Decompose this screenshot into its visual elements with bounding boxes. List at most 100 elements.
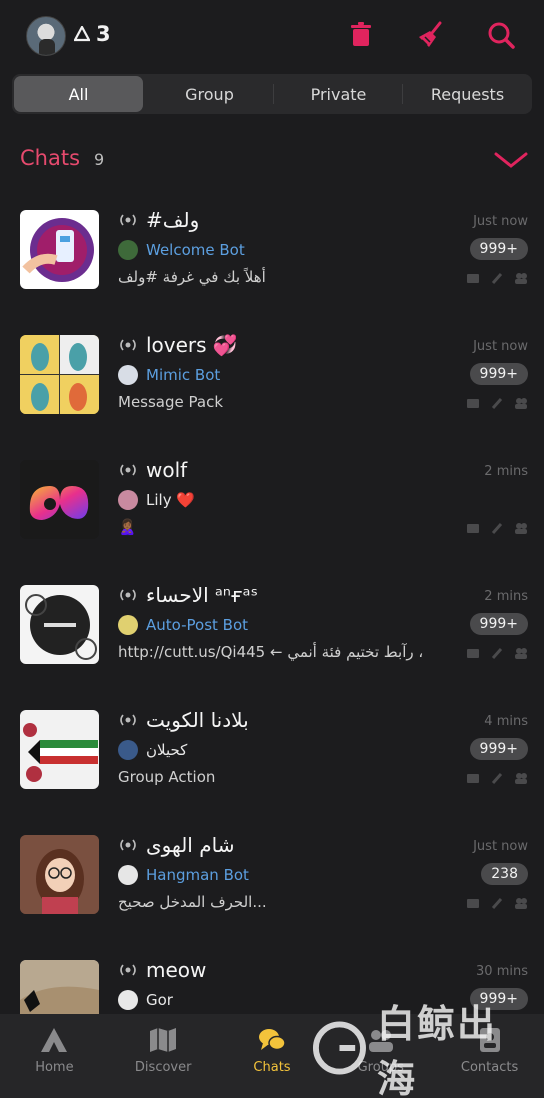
sender-avatar	[118, 990, 138, 1010]
puzzle-icon	[467, 899, 479, 908]
nav-home[interactable]: Home	[0, 1014, 109, 1098]
members-icon	[515, 273, 527, 284]
broom-icon[interactable]	[416, 20, 446, 50]
nav-label: Chats	[253, 1060, 291, 1075]
chat-time: Just now	[473, 839, 528, 854]
unread-badge: 999+	[469, 738, 528, 760]
chat-thumbnail	[20, 835, 99, 914]
chat-time: 4 mins	[484, 714, 528, 729]
chat-time: Just now	[473, 214, 528, 229]
sender-avatar	[118, 365, 138, 385]
tab-requests[interactable]: Requests	[403, 74, 532, 114]
puzzle-icon	[467, 399, 479, 408]
chat-row[interactable]: الاحساء ᵃⁿғᵃˢ 2 mins Auto-Post Bot http:…	[0, 575, 544, 699]
chat-name: بلادنا الكويت	[146, 708, 249, 732]
tab-all[interactable]: All	[14, 76, 143, 112]
sender-name: Gor	[146, 991, 173, 1009]
chat-thumbnail	[20, 460, 99, 539]
chat-row[interactable]: شام الهوى Just now Hangman Bot الحرف الم…	[0, 825, 544, 949]
amino-logo-icon	[41, 1028, 68, 1052]
message-preview: 🙎🏾‍♀️	[118, 518, 137, 536]
chat-name: wolf	[146, 458, 188, 482]
watermark-logo-icon	[312, 1021, 366, 1075]
chat-row[interactable]: lovers 💞 Just now Mimic Bot Message Pack…	[0, 325, 544, 449]
live-broadcast-icon	[120, 714, 136, 726]
chat-row[interactable]: #ولف Just now Welcome Bot أهلاً بك في غر…	[0, 200, 544, 324]
message-preview: Group Action	[118, 768, 216, 786]
nav-label: Discover	[134, 1060, 192, 1075]
sender-name: Welcome Bot	[146, 241, 245, 259]
chat-name: شام الهوى	[146, 833, 235, 857]
chat-row[interactable]: بلادنا الكويت 4 mins كحيلان Group Action…	[0, 700, 544, 824]
live-broadcast-icon	[120, 214, 136, 226]
nav-label: Home	[35, 1060, 74, 1075]
unread-badge: 238	[481, 863, 528, 885]
sender-avatar	[118, 615, 138, 635]
sender-avatar	[118, 740, 138, 760]
pin-icon	[491, 648, 503, 659]
tab-label: Requests	[430, 84, 505, 104]
unread-badge: 999+	[469, 363, 528, 385]
members-icon	[515, 523, 527, 534]
chat-name: #ولف	[146, 208, 200, 232]
message-preview: http://cutt.us/Qi445 ← رآبط تختيم فئة أن…	[118, 643, 424, 661]
nav-discover[interactable]: Discover	[109, 1014, 218, 1098]
members-icon	[515, 898, 527, 909]
message-preview: الحرف المدخل صحيح...	[118, 893, 267, 911]
chat-row[interactable]: wolf 2 mins Lily ❤️ 🙎🏾‍♀️	[0, 450, 544, 574]
user-avatar[interactable]	[26, 16, 66, 56]
unread-badge: 999+	[469, 613, 528, 635]
sender-name: Mimic Bot	[146, 366, 221, 384]
sender-avatar	[118, 865, 138, 885]
members-icon	[515, 398, 527, 409]
watermark-text: 白鲸出海	[376, 1002, 497, 1098]
message-preview: Message Pack	[118, 393, 224, 411]
chat-thumbnail	[20, 335, 99, 414]
pin-icon	[491, 398, 503, 409]
chat-name: meow	[146, 958, 207, 982]
chat-time: Just now	[473, 339, 528, 354]
puzzle-icon	[467, 274, 479, 283]
live-broadcast-icon	[120, 589, 136, 601]
section-count: 9	[94, 150, 105, 169]
chat-time: 30 mins	[476, 964, 528, 979]
pin-icon	[491, 273, 503, 284]
tab-label: Private	[310, 84, 367, 104]
row-status-icons	[466, 272, 528, 284]
chat-thumbnail	[20, 585, 99, 664]
tab-private[interactable]: Private	[274, 74, 403, 114]
members-icon	[515, 648, 527, 659]
search-icon[interactable]	[486, 20, 516, 50]
chevron-down-icon[interactable]	[494, 150, 528, 170]
tab-group[interactable]: Group	[145, 74, 274, 114]
live-broadcast-icon	[120, 964, 136, 976]
row-status-icons	[466, 522, 528, 534]
pin-icon	[491, 773, 503, 784]
live-broadcast-icon	[120, 464, 136, 476]
chats-section-header[interactable]: Chats 9	[20, 146, 104, 170]
chat-filter-tabs: All Group Private Requests	[12, 74, 532, 114]
section-title: Chats	[20, 146, 81, 170]
unread-badge: 999+	[469, 238, 528, 260]
tab-label: Group	[185, 84, 234, 104]
map-icon	[150, 1028, 177, 1052]
puzzle-icon	[467, 524, 479, 533]
sender-name: Hangman Bot	[146, 866, 249, 884]
pin-icon	[491, 523, 503, 534]
live-broadcast-icon	[120, 839, 136, 851]
puzzle-icon	[467, 649, 479, 658]
sender-avatar	[118, 240, 138, 260]
sender-name: كحيلان	[146, 741, 188, 759]
row-status-icons	[466, 397, 528, 409]
members-icon	[515, 773, 527, 784]
row-status-icons	[466, 647, 528, 659]
sender-name: Auto-Post Bot	[146, 616, 249, 634]
reputation-indicator[interactable]: 3	[74, 22, 111, 46]
sender-avatar	[118, 490, 138, 510]
tab-label: All	[68, 84, 89, 104]
chat-name: lovers 💞	[146, 333, 238, 357]
chat-time: 2 mins	[484, 589, 528, 604]
row-status-icons	[466, 772, 528, 784]
message-preview: أهلاً بك في غرفة #ولف	[118, 268, 266, 286]
trash-icon[interactable]	[346, 20, 376, 50]
